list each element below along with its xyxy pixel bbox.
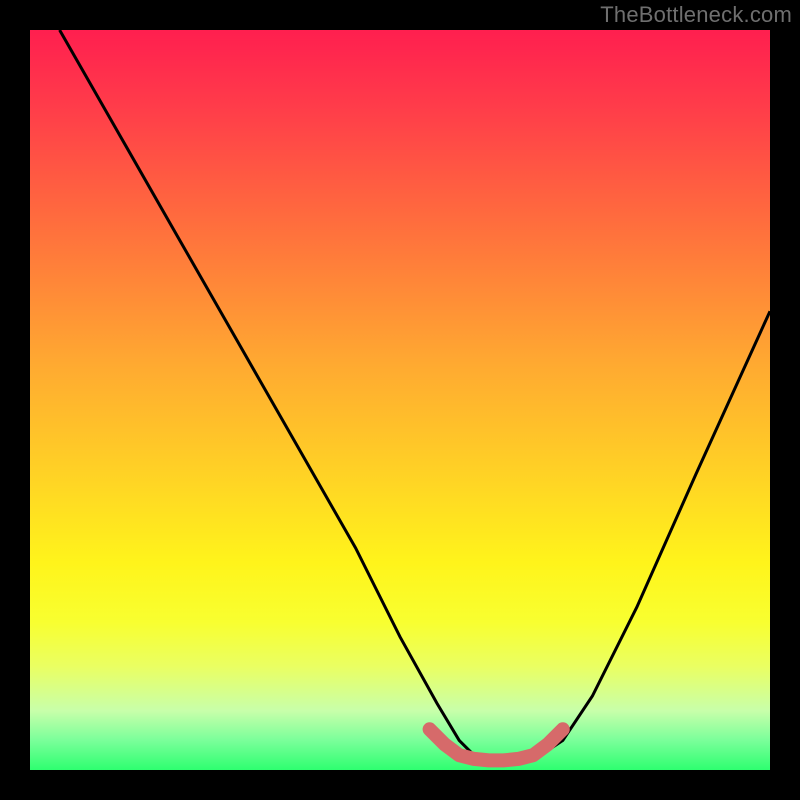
curve-pink-bottom [430, 729, 563, 760]
chart-frame: TheBottleneck.com [0, 0, 800, 800]
plot-svg [30, 30, 770, 770]
watermark-text: TheBottleneck.com [600, 2, 792, 28]
curve-black [60, 30, 770, 759]
plot-area [30, 30, 770, 770]
